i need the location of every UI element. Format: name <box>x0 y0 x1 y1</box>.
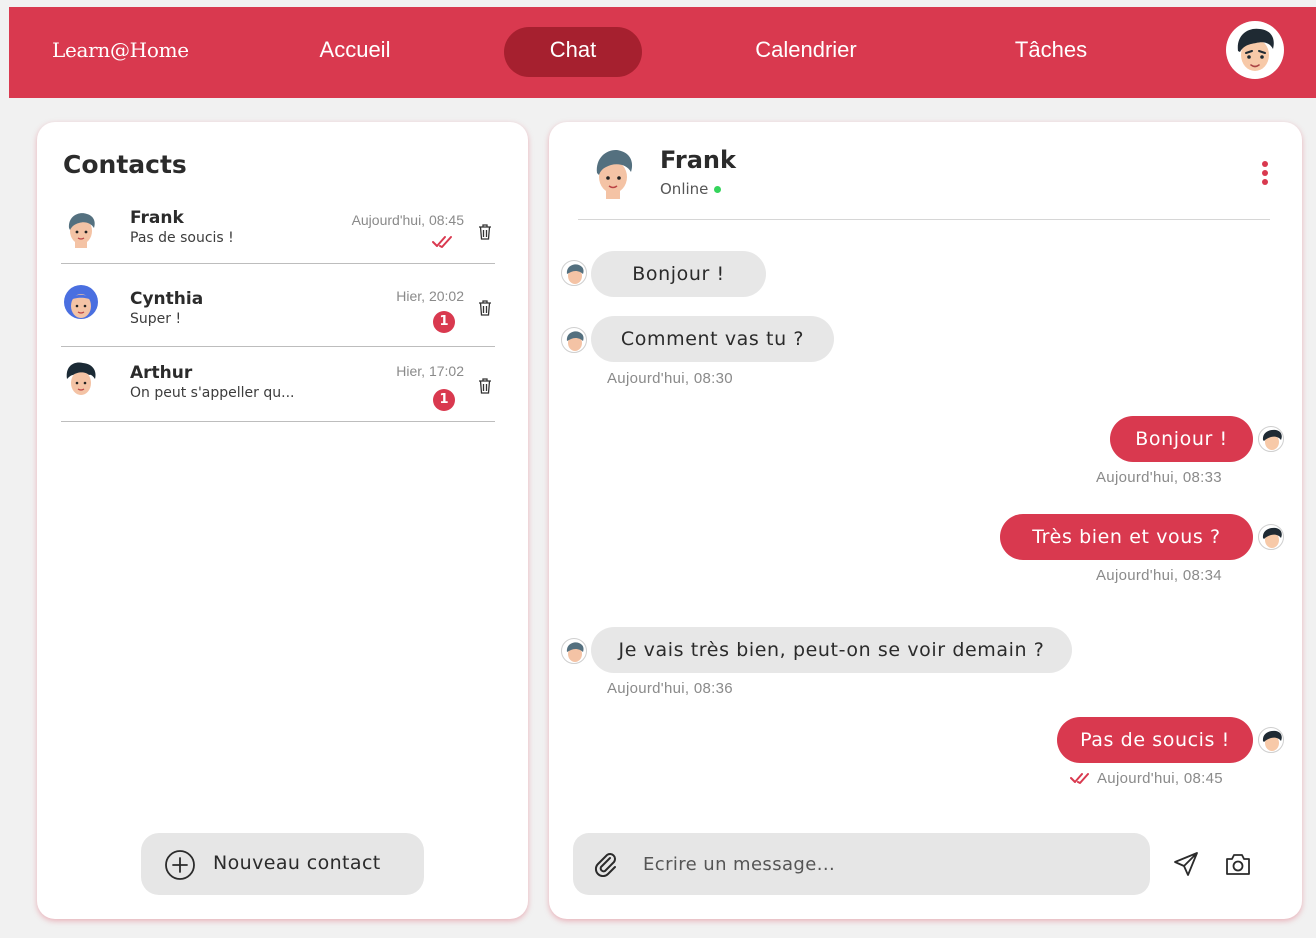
contact-avatar-icon <box>64 285 98 319</box>
message-avatar <box>561 327 587 353</box>
contact-avatar-icon <box>566 331 584 351</box>
contact-avatar-icon <box>66 362 96 395</box>
nav-taches[interactable]: Tâches <box>994 27 1108 77</box>
kebab-menu-icon[interactable] <box>1259 160 1271 190</box>
user-avatar-icon <box>1262 429 1282 450</box>
top-navigation: Learn@Home Accueil Chat Calendrier Tâche… <box>9 7 1316 98</box>
send-icon[interactable] <box>1173 851 1199 877</box>
plus-circle-icon <box>165 850 195 880</box>
double-check-icon <box>432 236 452 248</box>
user-avatar-icon <box>1262 527 1282 548</box>
chat-contact-status: Online <box>660 180 722 198</box>
message-bubble-out: Bonjour ! <box>1110 416 1253 462</box>
nav-calendrier[interactable]: Calendrier <box>734 27 878 77</box>
contact-item-cynthia[interactable]: Cynthia Super ! Hier, 20:02 1 <box>61 264 495 347</box>
contact-preview: On peut s'appeller qu... <box>130 385 295 401</box>
contact-time: Hier, 17:02 <box>396 363 464 379</box>
message-time: Aujourd'hui, 08:36 <box>607 680 733 697</box>
unread-badge: 1 <box>433 389 455 411</box>
contact-avatar-icon <box>566 264 584 284</box>
chat-contact-name: Frank <box>660 146 736 174</box>
paperclip-icon[interactable] <box>593 851 619 877</box>
message-bubble-in: Comment vas tu ? <box>591 316 834 362</box>
user-avatar-icon <box>1262 730 1282 751</box>
brand-logo[interactable]: Learn@Home <box>52 38 189 62</box>
contacts-title: Contacts <box>63 150 187 179</box>
message-avatar <box>561 638 587 664</box>
contact-name: Frank <box>130 208 184 228</box>
online-indicator <box>714 186 722 193</box>
message-bubble-in: Bonjour ! <box>591 251 766 297</box>
contact-item-frank[interactable]: Frank Pas de soucis ! Aujourd'hui, 08:45 <box>61 202 495 264</box>
message-avatar <box>561 260 587 286</box>
trash-icon[interactable] <box>478 300 492 316</box>
message-time: Aujourd'hui, 08:34 <box>1096 567 1222 584</box>
header-divider <box>578 219 1270 220</box>
contact-time: Aujourd'hui, 08:45 <box>351 212 464 228</box>
message-avatar <box>1258 727 1284 753</box>
trash-icon[interactable] <box>478 378 492 394</box>
unread-badge: 1 <box>433 311 455 333</box>
user-avatar[interactable] <box>1226 21 1284 79</box>
trash-icon[interactable] <box>478 224 492 240</box>
nav-accueil[interactable]: Accueil <box>294 27 416 77</box>
message-input[interactable] <box>643 845 1123 883</box>
message-composer <box>573 833 1150 895</box>
message-bubble-out: Très bien et vous ? <box>1000 514 1253 560</box>
user-avatar-icon <box>1237 28 1274 71</box>
camera-icon[interactable] <box>1224 851 1252 877</box>
contact-preview: Pas de soucis ! <box>130 230 234 246</box>
message-bubble-out: Pas de soucis ! <box>1057 717 1253 763</box>
contact-name: Cynthia <box>130 289 204 309</box>
contact-preview: Super ! <box>130 311 182 327</box>
contacts-panel: Contacts Frank Pas de soucis ! Aujourd'h… <box>37 122 528 919</box>
contact-name: Arthur <box>130 363 193 383</box>
message-avatar <box>1258 524 1284 550</box>
status-text: Online <box>660 180 709 198</box>
new-contact-button[interactable]: Nouveau contact <box>141 833 424 895</box>
message-bubble-in: Je vais très bien, peut-on se voir demai… <box>591 627 1072 673</box>
message-time: Aujourd'hui, 08:30 <box>607 370 733 387</box>
message-avatar <box>1258 426 1284 452</box>
new-contact-label: Nouveau contact <box>213 852 381 874</box>
contact-time: Hier, 20:02 <box>396 288 464 304</box>
nav-chat[interactable]: Chat <box>504 27 642 77</box>
contact-avatar-icon <box>68 213 95 248</box>
message-time: Aujourd'hui, 08:45 <box>1097 770 1223 787</box>
contact-avatar-icon <box>566 642 584 662</box>
chat-contact-avatar <box>596 149 633 199</box>
chat-panel: Frank Online Bonjour ! Comment vas tu ? … <box>549 122 1302 919</box>
double-check-icon <box>1070 773 1089 784</box>
contact-item-arthur[interactable]: Arthur On peut s'appeller qu... Hier, 17… <box>61 347 495 422</box>
message-time: Aujourd'hui, 08:33 <box>1096 469 1222 486</box>
